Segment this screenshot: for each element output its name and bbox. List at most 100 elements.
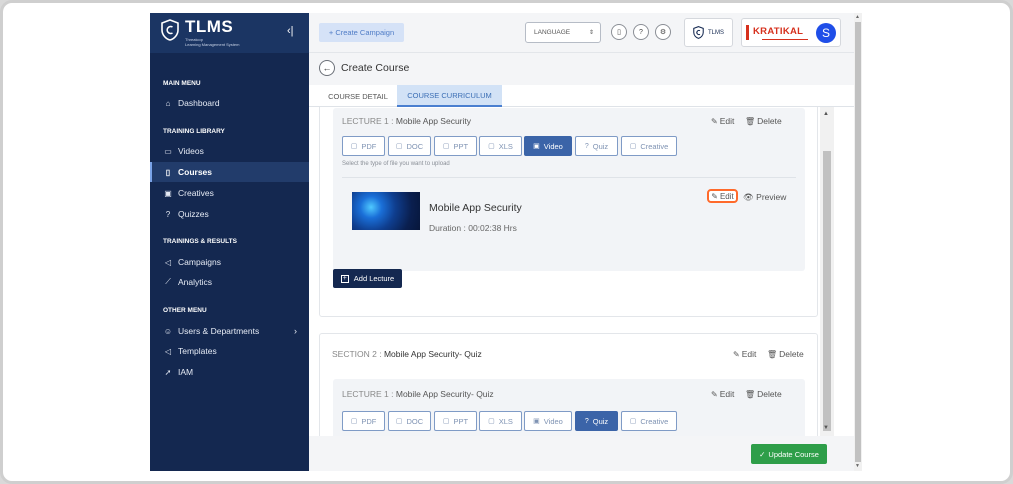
type-ppt-button[interactable]: ▢ PPT	[434, 411, 477, 431]
top-bar: + Create Campaign LANGUAGE ⇕ ▯ ? ⚙ TLMS …	[309, 13, 854, 53]
type-doc-button[interactable]: ▢ DOC	[388, 411, 431, 431]
edit-icon: ✎	[711, 191, 718, 201]
scroll-up-icon[interactable]: ▲	[823, 111, 829, 117]
file-icon: ▢	[350, 143, 358, 150]
tab-course-curriculum[interactable]: COURSE CURRICULUM	[397, 85, 502, 107]
brand-subtitle-line2: Learning Management System	[185, 42, 240, 47]
type-xls-button[interactable]: ▢ XLS	[479, 411, 522, 431]
pointer-icon: ➚	[164, 367, 172, 377]
check-icon: ✓	[759, 449, 766, 459]
section-title: SECTION 2 : Mobile App Security- Quiz	[332, 349, 482, 359]
help-icon[interactable]: ?	[633, 24, 649, 40]
file-video-icon: ▣	[533, 143, 540, 150]
file-icon: ▢	[629, 143, 637, 150]
page-title: Create Course	[341, 62, 410, 74]
type-doc-button[interactable]: ▢ DOC	[388, 136, 431, 156]
edit-icon: ✎	[733, 349, 740, 359]
file-icon: ▢	[488, 143, 495, 150]
add-lecture-button[interactable]: + Add Lecture	[333, 269, 402, 288]
sidebar-item-label: Creatives	[178, 188, 214, 198]
company-profile[interactable]: KRATIKAL S	[741, 18, 841, 47]
brand-name: TLMS	[185, 17, 234, 36]
type-quiz-button[interactable]: ? Quiz	[575, 411, 618, 431]
type-xls-button[interactable]: ▢ XLS	[479, 136, 522, 156]
lecture-title: LECTURE 1 : Mobile App Security	[342, 116, 471, 126]
type-video-button[interactable]: ▣ Video	[524, 411, 572, 431]
type-pdf-button[interactable]: ▢ PDF	[342, 136, 385, 156]
page-title-row: ← Create Course	[309, 53, 854, 87]
type-creative-button[interactable]: ▢ Creative	[621, 136, 677, 156]
lecture-box: LECTURE 1 : Mobile App Security- Quiz ✎ …	[333, 379, 805, 436]
image-icon: ▣	[164, 188, 172, 198]
lecture-edit-button[interactable]: ✎ Edit	[711, 389, 734, 399]
sidebar-item-courses[interactable]: ▯ Courses	[150, 162, 309, 182]
type-ppt-button[interactable]: ▢ PPT	[434, 136, 477, 156]
scrollbar-thumb[interactable]	[823, 151, 831, 431]
type-creative-button[interactable]: ▢ Creative	[621, 411, 677, 431]
book-icon[interactable]: ▯	[611, 24, 627, 40]
sidebar-item-label: Videos	[178, 146, 204, 156]
megaphone-icon: ◁	[164, 257, 172, 267]
kratikal-logo-mark	[746, 25, 749, 40]
question-icon: ?	[584, 142, 589, 150]
scrollbar-thumb[interactable]	[855, 22, 861, 462]
sidebar-item-videos[interactable]: ▭ Videos	[150, 141, 309, 161]
scroll-down-icon[interactable]: ▼	[855, 463, 860, 469]
plus-icon: +	[340, 274, 349, 283]
gear-icon[interactable]: ⚙	[655, 24, 671, 40]
section-edit-button[interactable]: ✎ Edit	[733, 349, 756, 359]
language-select-value: LANGUAGE	[534, 29, 571, 36]
scroll-down-icon[interactable]: ▼	[823, 425, 829, 431]
content-scrollbar[interactable]: ▲ ▼	[820, 107, 834, 436]
lecture-delete-button[interactable]: 🗑 Delete	[745, 389, 782, 399]
section-card: LECTURE 1 : Mobile App Security ✎ Edit 🗑…	[319, 107, 818, 317]
video-icon: ▭	[164, 146, 172, 156]
language-select[interactable]: LANGUAGE ⇕	[525, 22, 601, 43]
section-card: SECTION 2 : Mobile App Security- Quiz ✎ …	[319, 333, 818, 436]
trash-icon: 🗑	[767, 349, 778, 359]
update-course-button[interactable]: ✓ Update Course	[751, 444, 827, 464]
sidebar-item-quizzes[interactable]: ? Quizzes	[150, 204, 309, 224]
company-logo: KRATIKAL	[753, 26, 804, 37]
edit-icon: ✎	[711, 389, 718, 399]
video-thumbnail[interactable]	[352, 192, 420, 230]
sidebar-collapse-icon[interactable]: ‹|	[287, 25, 294, 37]
chart-line-icon: ⟋	[165, 277, 171, 286]
file-video-icon: ▣	[533, 418, 540, 425]
lecture-title: LECTURE 1 : Mobile App Security- Quiz	[342, 389, 494, 399]
create-campaign-button[interactable]: + Create Campaign	[319, 23, 404, 42]
lecture-delete-button[interactable]: 🗑 Delete	[745, 116, 782, 126]
video-title: Mobile App Security	[429, 202, 522, 214]
video-edit-button[interactable]: ✎ Edit	[707, 189, 738, 203]
lecture-edit-button[interactable]: ✎ Edit	[711, 116, 734, 126]
app-window: TLMS Threatcop Learning Management Syste…	[150, 13, 862, 471]
sidebar-item-dashboard[interactable]: ⌂ Dashboard	[150, 93, 309, 113]
type-quiz-button[interactable]: ? Quiz	[575, 136, 618, 156]
scroll-up-icon[interactable]: ▲	[855, 14, 860, 20]
sidebar-item-label: Courses	[178, 167, 213, 177]
sidebar-item-campaigns[interactable]: ◁ Campaigns	[150, 252, 309, 272]
video-preview-button[interactable]: 👁 Preview	[743, 192, 786, 203]
sidebar-item-users-departments[interactable]: ☺ Users & Departments ›	[150, 321, 309, 341]
page-scrollbar[interactable]: ▲ ▼	[854, 13, 862, 471]
section-delete-button[interactable]: 🗑 Delete	[767, 349, 804, 359]
sidebar-item-analytics[interactable]: ⟋ Analytics	[150, 272, 309, 292]
chevron-right-icon: ›	[294, 326, 297, 336]
type-pdf-button[interactable]: ▢ PDF	[342, 411, 385, 431]
file-type-hint: Select the type of file you want to uplo…	[342, 161, 450, 167]
back-arrow-icon[interactable]: ←	[319, 60, 335, 76]
tlms-badge-label: TLMS	[707, 29, 724, 36]
eye-icon: 👁	[743, 192, 754, 202]
sidebar-item-creatives[interactable]: ▣ Creatives	[150, 183, 309, 203]
sidebar-item-label: IAM	[178, 367, 194, 377]
tlms-shield-logo-icon	[693, 26, 704, 39]
megaphone-icon: ◁	[164, 346, 172, 356]
file-icon: ▢	[442, 143, 450, 150]
tab-course-detail[interactable]: COURSE DETAIL	[319, 85, 397, 107]
type-video-button[interactable]: ▣ Video	[524, 136, 572, 156]
brand-subtitle: Threatcop Learning Management System	[185, 37, 239, 47]
sidebar-item-iam[interactable]: ➚ IAM	[150, 362, 309, 382]
file-icon: ▢	[442, 418, 450, 425]
avatar[interactable]: S	[816, 23, 836, 43]
sidebar-item-templates[interactable]: ◁ Templates	[150, 341, 309, 361]
